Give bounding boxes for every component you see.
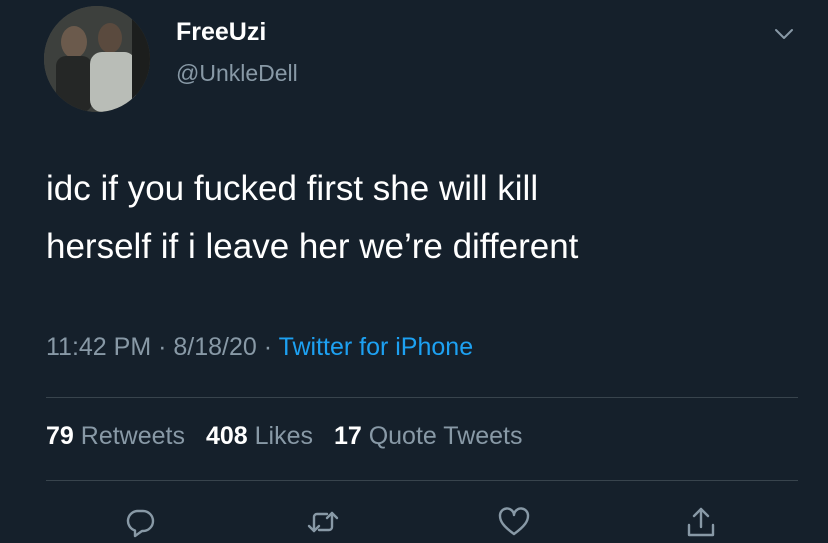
tweet-text: idc if you fucked first she will kill he…	[46, 169, 579, 266]
likes-label: Likes	[254, 422, 313, 450]
quotes-stat[interactable]: 17 Quote Tweets	[334, 422, 523, 450]
user-handle[interactable]: @UnkleDell	[176, 60, 298, 87]
avatar-photo	[44, 6, 150, 112]
divider	[46, 397, 798, 398]
retweet-icon[interactable]	[306, 505, 340, 539]
display-name[interactable]: FreeUzi	[176, 18, 266, 47]
quotes-count: 17	[333, 422, 362, 450]
quotes-label: Quote Tweets	[368, 422, 523, 450]
tweet-stats: 79 Retweets 408 Likes 17 Quote Tweets	[46, 422, 537, 451]
tweet-meta: 11:42 PM · 8/18/20 · Twitter for iPhone	[46, 333, 473, 362]
avatar[interactable]	[44, 6, 150, 112]
like-icon[interactable]	[497, 505, 531, 539]
chevron-down-icon[interactable]	[770, 20, 798, 48]
tweet-time[interactable]: 11:42 PM	[46, 333, 151, 361]
reply-icon[interactable]	[123, 505, 157, 539]
retweets-count: 79	[46, 422, 74, 450]
meta-separator: ·	[151, 333, 174, 361]
likes-count: 408	[205, 422, 248, 450]
meta-separator: ·	[256, 333, 279, 361]
likes-stat[interactable]: 408 Likes	[206, 422, 313, 450]
retweets-stat[interactable]: 79 Retweets	[46, 422, 185, 450]
share-icon[interactable]	[684, 505, 718, 539]
tweet-source-link[interactable]: Twitter for iPhone	[279, 333, 474, 361]
tweet-date[interactable]: 8/18/20	[173, 333, 256, 361]
retweets-label: Retweets	[80, 422, 185, 450]
divider	[46, 480, 798, 481]
